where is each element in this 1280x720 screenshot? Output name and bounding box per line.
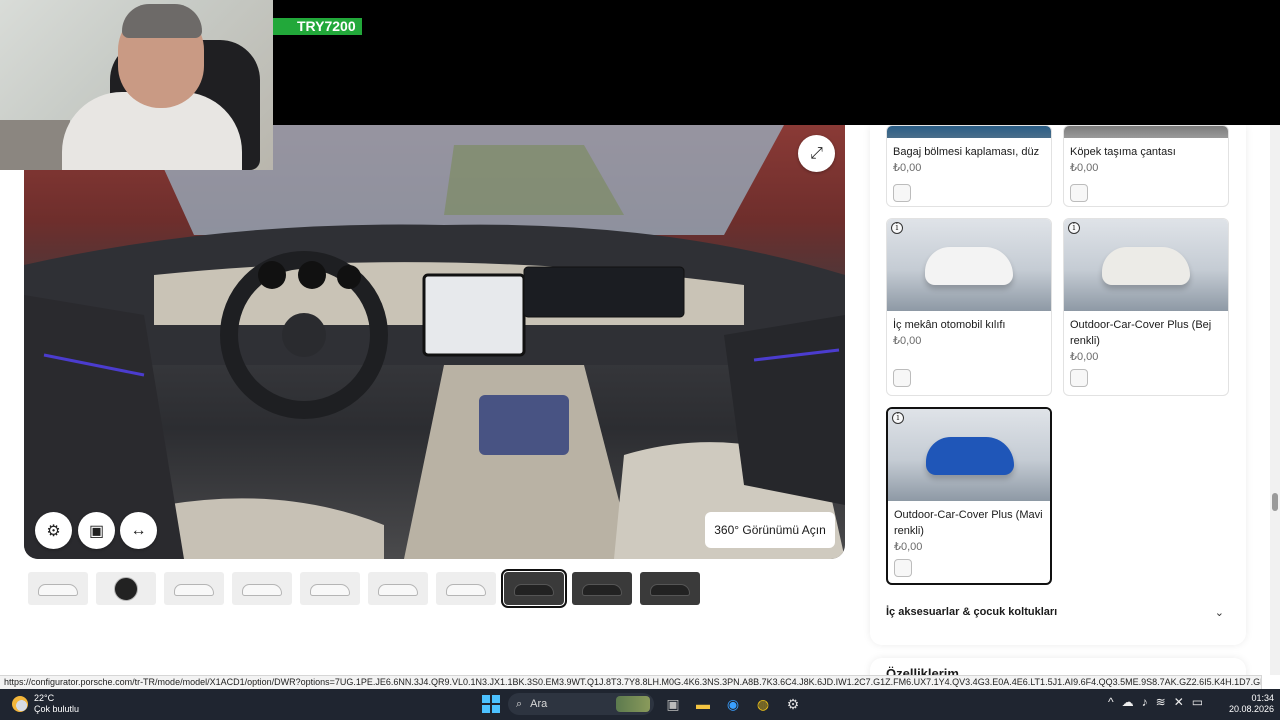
cloudy-weather-icon (12, 696, 28, 712)
cloud-icon[interactable]: ☁ (1122, 695, 1134, 709)
windows-start-icon[interactable] (482, 695, 500, 713)
wifi-icon[interactable]: ≋ (1156, 695, 1166, 709)
thumbnail-10[interactable] (640, 572, 700, 605)
thumbnail-8-active[interactable] (501, 569, 567, 608)
status-url: https://configurator.porsche.com/tr-TR/m… (0, 675, 1262, 689)
file-explorer-icon[interactable]: ▬ (692, 693, 714, 715)
camera-icon[interactable]: ▣ (78, 512, 115, 549)
accessory-name: Bagaj bölmesi kaplaması, düz (893, 146, 1040, 158)
search-highlight-image (616, 696, 650, 712)
car-interior-viewer[interactable]: ⤢ ⚙ ▣ ↔ 360° Görünümü Açın (24, 125, 845, 559)
clock-time: 01:34 (1251, 693, 1274, 703)
edge-browser-icon[interactable]: ◉ (722, 693, 744, 715)
search-icon: ⌕ (516, 697, 523, 710)
chrome-browser-icon[interactable]: ◍ (752, 693, 774, 715)
thumbnail-4[interactable] (232, 572, 292, 605)
accessory-card-dog-bag[interactable]: Köpek taşıma çantası ₺0,00 (1063, 125, 1229, 207)
product-image (887, 126, 1051, 138)
speaker-muted-icon[interactable]: ✕ (1174, 695, 1184, 709)
app-icon[interactable]: ⚙ (782, 693, 804, 715)
chevron-up-icon[interactable]: ^ (1108, 695, 1114, 709)
select-checkbox[interactable] (893, 369, 911, 387)
accessory-card-luggage-liner[interactable]: Bagaj bölmesi kaplaması, düz ₺0,00 (886, 125, 1052, 207)
product-image (887, 219, 1051, 311)
info-icon[interactable]: i (1068, 222, 1080, 234)
thumbnail-1[interactable] (28, 572, 88, 605)
weather-desc: Çok bulutlu (34, 704, 80, 714)
resize-icon[interactable]: ↔ (120, 512, 157, 549)
product-image (1064, 219, 1228, 311)
view-thumbnails (28, 569, 700, 608)
section-label: İç aksesuarlar & çocuk koltukları (886, 606, 1058, 618)
accessory-card-outdoor-cover-beige[interactable]: i Outdoor-Car-Cover Plus (Bej renkli) ₺0… (1063, 218, 1229, 396)
accessory-card-outdoor-cover-blue[interactable]: i Outdoor-Car-Cover Plus (Mavi renkli) ₺… (886, 407, 1052, 585)
taskbar: 22°C Çok bulutlu ⌕ Ara ▣ ▬ ◉ ◍ ⚙ ^ ☁ ♪ ≋… (0, 689, 1280, 720)
chevron-down-icon: ⌄ (1214, 607, 1224, 619)
interior-illustration (24, 125, 845, 559)
clock[interactable]: 01:34 20.08.2026 (1228, 693, 1274, 715)
accessory-price: ₺0,00 (1070, 162, 1099, 174)
weather-temp: 22°C (34, 693, 55, 703)
thumbnail-7[interactable] (436, 572, 496, 605)
clock-date: 20.08.2026 (1228, 704, 1274, 714)
info-icon[interactable]: i (891, 222, 903, 234)
info-icon[interactable]: i (892, 412, 904, 424)
accessory-name: Outdoor-Car-Cover Plus (Bej renkli) (1070, 319, 1212, 347)
thumbnail-6[interactable] (368, 572, 428, 605)
thumbnail-9[interactable] (572, 572, 632, 605)
accessory-price: ₺0,00 (1070, 351, 1099, 363)
select-checkbox[interactable] (1070, 369, 1088, 387)
accessory-name: İç mekân otomobil kılıfı (893, 319, 1006, 331)
accessory-price: ₺0,00 (893, 335, 922, 347)
thumbnail-3[interactable] (164, 572, 224, 605)
accessory-name: Outdoor-Car-Cover Plus (Mavi renkli) (894, 509, 1043, 537)
settings-icon[interactable]: ⚙ (35, 512, 72, 549)
thumbnail-5[interactable] (300, 572, 360, 605)
select-checkbox[interactable] (894, 559, 912, 577)
search-placeholder: Ara (530, 698, 548, 710)
taskbar-apps: ⌕ Ara ▣ ▬ ◉ ◍ ⚙ (482, 693, 804, 715)
webcam-overlay (0, 0, 273, 170)
accessory-price: ₺0,00 (894, 541, 923, 553)
system-tray: ^ ☁ ♪ ≋ ✕ ▭ (1108, 695, 1203, 709)
battery-icon[interactable]: ▭ (1192, 695, 1203, 709)
thumbnail-2[interactable] (96, 572, 156, 605)
select-checkbox[interactable] (1070, 184, 1088, 202)
section-interior-accessories[interactable]: İç aksesuarlar & çocuk koltukları ⌄ (886, 606, 1228, 619)
accessory-price: ₺0,00 (893, 162, 922, 174)
price-badge: TRY7200 (273, 18, 362, 35)
taskbar-search[interactable]: ⌕ Ara (508, 693, 654, 715)
product-image (888, 409, 1050, 501)
weather-widget[interactable]: 22°C Çok bulutlu (12, 693, 79, 715)
scrollbar-thumb[interactable] (1272, 493, 1278, 511)
microphone-icon[interactable]: ♪ (1142, 695, 1148, 709)
accessory-name: Köpek taşıma çantası (1070, 146, 1176, 158)
task-view-icon[interactable]: ▣ (662, 693, 684, 715)
fullscreen-icon[interactable]: ⤢ (798, 135, 835, 172)
open-360-view-button[interactable]: 360° Görünümü Açın (705, 512, 835, 548)
product-image (1064, 126, 1228, 138)
select-checkbox[interactable] (893, 184, 911, 202)
page-scrollbar[interactable] (1270, 125, 1280, 675)
accessory-card-indoor-cover[interactable]: i İç mekân otomobil kılıfı ₺0,00 (886, 218, 1052, 396)
